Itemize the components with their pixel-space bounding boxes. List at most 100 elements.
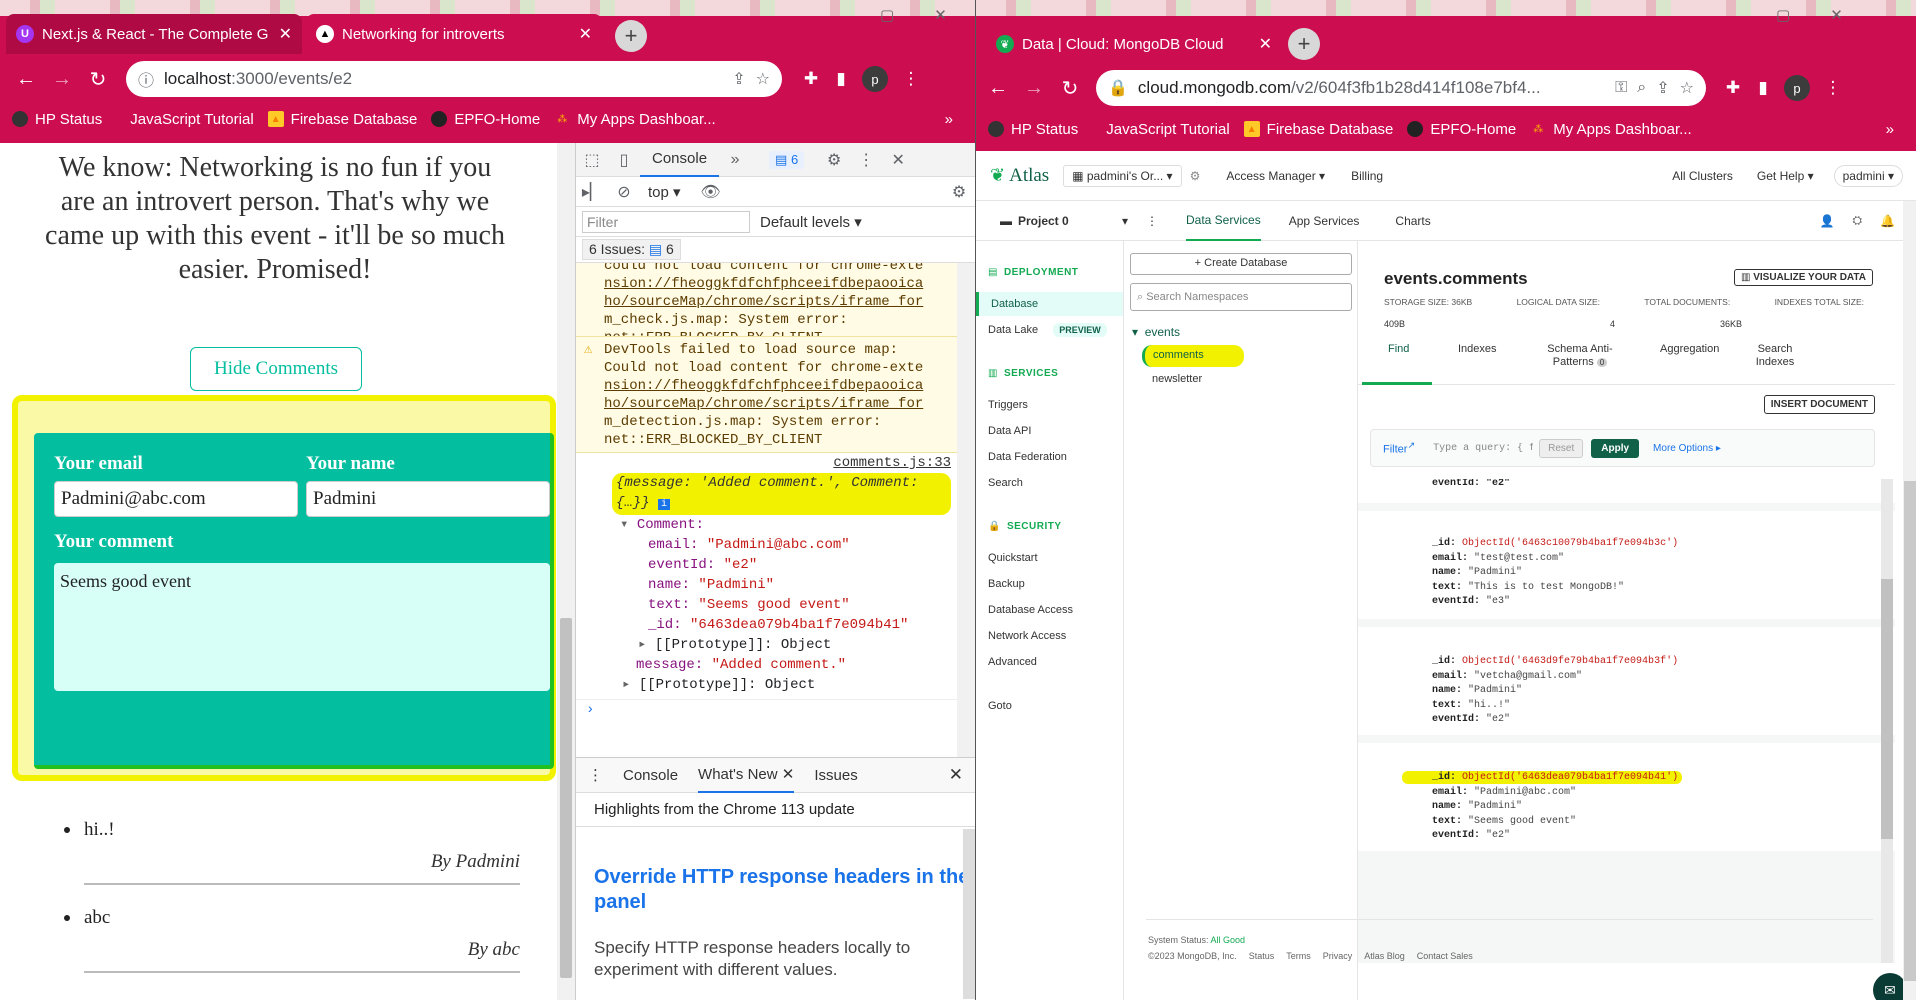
name-field[interactable]: Padmini bbox=[306, 481, 550, 517]
prototype-row[interactable]: ▸ [[Prototype]]: Object bbox=[576, 635, 957, 655]
key-icon[interactable]: ⚿ bbox=[1615, 79, 1627, 97]
forward-icon[interactable]: → bbox=[1016, 77, 1052, 100]
console-scrollbar[interactable] bbox=[957, 263, 975, 757]
close-window-icon[interactable]: ✕ bbox=[934, 6, 947, 24]
database-item-events[interactable]: ▾ events bbox=[1132, 325, 1180, 339]
project-selector[interactable]: Project 0 ▾ bbox=[1018, 214, 1128, 228]
document-card[interactable]: _id: ObjectId('6463d9fe79b4ba1f7e094b3f'… bbox=[1358, 627, 1895, 735]
hide-comments-button[interactable]: Hide Comments bbox=[190, 347, 362, 391]
project-menu-icon[interactable]: ⋮ bbox=[1146, 214, 1158, 228]
comment-textarea[interactable]: Seems good event bbox=[54, 563, 550, 691]
drawer-tab-whats-new[interactable]: What's New ✕ bbox=[698, 757, 795, 793]
extensions-icon[interactable]: ✚ bbox=[796, 69, 826, 89]
more-bookmarks-icon[interactable]: » bbox=[1886, 121, 1894, 138]
invite-user-icon[interactable]: 👤 bbox=[1819, 214, 1834, 228]
page-scrollbar[interactable] bbox=[557, 143, 575, 1000]
sidebar-item-quickstart[interactable]: Quickstart bbox=[976, 546, 1123, 570]
sidebar-item-triggers[interactable]: Triggers bbox=[976, 393, 1123, 417]
tab-console[interactable]: Console bbox=[640, 143, 720, 177]
context-selector[interactable]: top ▾ bbox=[648, 183, 681, 201]
bookmark-epfo-home[interactable]: EPFO-Home bbox=[1407, 121, 1516, 138]
org-selector[interactable]: ▦ padmini's Or... ▾ bbox=[1063, 164, 1182, 187]
visualize-data-button[interactable]: ▥ VISUALIZE YOUR DATA bbox=[1733, 269, 1873, 286]
activity-feed-icon[interactable]: ⛭ bbox=[1852, 213, 1862, 228]
inspect-icon[interactable]: ⬚ bbox=[576, 150, 608, 170]
get-help-link[interactable]: Get Help ▾ bbox=[1757, 169, 1814, 183]
drawer-scrollbar[interactable] bbox=[963, 829, 975, 999]
billing-link[interactable]: Billing bbox=[1351, 169, 1383, 183]
close-tab-icon[interactable]: ✕ bbox=[579, 24, 592, 44]
profile-avatar[interactable]: p bbox=[862, 66, 888, 92]
apply-button[interactable]: Apply bbox=[1591, 438, 1640, 458]
maximize-icon[interactable]: ▢ bbox=[880, 6, 894, 24]
sidebar-item-data-lake[interactable]: Data Lake PREVIEW bbox=[976, 318, 1123, 342]
search-namespaces-input[interactable]: ⌕ Search Namespaces bbox=[1130, 283, 1352, 311]
menu-icon[interactable]: ⋮ bbox=[896, 69, 926, 89]
side-panel-icon[interactable]: ▮ bbox=[826, 69, 856, 89]
bookmark-javascript-tutorial[interactable]: JavaScript Tutorial bbox=[116, 111, 253, 128]
forward-icon[interactable]: → bbox=[44, 68, 80, 91]
bookmark-star-icon[interactable]: ☆ bbox=[756, 69, 770, 89]
scrollbar-thumb[interactable] bbox=[1904, 481, 1916, 981]
more-options-icon[interactable]: ⋮ bbox=[850, 150, 882, 170]
bookmark-firebase-database[interactable]: ▲ Firebase Database bbox=[1243, 121, 1393, 138]
user-menu[interactable]: padmini ▾ bbox=[1833, 164, 1903, 187]
levels-dropdown[interactable]: Default levels ▾ bbox=[760, 213, 862, 231]
atlas-logo[interactable]: Atlas bbox=[1009, 165, 1049, 187]
tab-data-services[interactable]: Data Services bbox=[1186, 201, 1261, 241]
close-drawer-icon[interactable]: ✕ bbox=[949, 765, 963, 785]
filter-link[interactable]: Filter↗ bbox=[1383, 440, 1415, 456]
new-tab-button[interactable]: + bbox=[1288, 28, 1320, 60]
tab-nextjs-course[interactable]: U Next.js & React - The Complete G ✕ bbox=[6, 14, 302, 54]
clear-console-icon[interactable]: ⊘ bbox=[608, 182, 640, 202]
collection-item-newsletter[interactable]: newsletter bbox=[1152, 373, 1202, 385]
drawer-tab-issues[interactable]: Issues bbox=[814, 767, 857, 784]
share-icon[interactable]: ⇪ bbox=[1656, 78, 1669, 98]
chat-support-icon[interactable]: ✉ bbox=[1873, 973, 1907, 1000]
sidebar-item-data-federation[interactable]: Data Federation bbox=[976, 445, 1123, 469]
all-clusters-link[interactable]: All Clusters bbox=[1672, 169, 1733, 183]
console-settings-icon[interactable]: ⚙ bbox=[943, 182, 975, 202]
issues-link[interactable]: 6 Issues: ▤ 6 bbox=[582, 239, 681, 260]
bookmark-hp-status[interactable]: HP Status bbox=[988, 121, 1078, 138]
zoom-icon[interactable]: ⌕ bbox=[1637, 79, 1646, 97]
sidebar-item-database-access[interactable]: Database Access bbox=[976, 598, 1123, 622]
insert-document-button[interactable]: INSERT DOCUMENT bbox=[1763, 395, 1875, 414]
drawer-tab-console[interactable]: Console bbox=[623, 767, 678, 784]
sidebar-toggle-icon[interactable]: ▸▏ bbox=[576, 182, 608, 202]
log-summary[interactable]: {message: 'Added comment.', Comment: {…}… bbox=[612, 473, 951, 515]
lock-icon[interactable]: 🔒 bbox=[1108, 78, 1128, 98]
sidebar-item-goto[interactable]: Goto bbox=[976, 694, 1123, 718]
close-window-icon[interactable]: ✕ bbox=[1830, 6, 1843, 24]
settings-gear-icon[interactable]: ⚙ bbox=[818, 150, 850, 170]
email-field[interactable]: Padmini@abc.com bbox=[54, 481, 298, 517]
reload-icon[interactable]: ↻ bbox=[1052, 76, 1088, 101]
document-card[interactable]: _id: ObjectId('6463dea079b4ba1f7e094b41'… bbox=[1358, 743, 1895, 851]
org-settings-gear-icon[interactable]: ⚙ bbox=[1190, 169, 1201, 183]
access-manager-link[interactable]: Access Manager ▾ bbox=[1226, 169, 1325, 183]
more-options-link[interactable]: More Options ▸ bbox=[1653, 443, 1721, 454]
sidebar-item-advanced[interactable]: Advanced bbox=[976, 650, 1123, 674]
sidebar-item-data-api[interactable]: Data API bbox=[976, 419, 1123, 443]
comment-object-row[interactable]: ▾ Comment: bbox=[576, 515, 957, 535]
close-devtools-icon[interactable]: ✕ bbox=[882, 150, 914, 170]
tab-schema-anti-patterns[interactable]: Schema Anti-Patterns 0 bbox=[1540, 343, 1620, 369]
bookmark-star-icon[interactable]: ☆ bbox=[1680, 78, 1694, 98]
tab-aggregation[interactable]: Aggregation bbox=[1660, 343, 1719, 355]
tab-app-services[interactable]: App Services bbox=[1289, 214, 1360, 228]
close-icon[interactable]: ✕ bbox=[782, 766, 795, 783]
live-expression-eye-icon[interactable]: 👁 bbox=[695, 182, 727, 202]
new-tab-button[interactable]: + bbox=[615, 20, 647, 52]
tab-search-indexes[interactable]: Search Indexes bbox=[1750, 343, 1800, 369]
collection-item-comments[interactable]: comments bbox=[1142, 345, 1244, 367]
menu-icon[interactable]: ⋮ bbox=[1818, 78, 1848, 98]
tab-mongodb-cloud[interactable]: ❦ Data | Cloud: MongoDB Cloud ✕ bbox=[986, 24, 1282, 64]
query-input[interactable]: Type a query: { field bbox=[1433, 443, 1533, 454]
close-tab-icon[interactable]: ✕ bbox=[1259, 34, 1272, 54]
address-bar[interactable]: 🔒 cloud.mongodb.com/v2/604f3fb1b28d414f1… bbox=[1096, 70, 1706, 106]
issues-badge[interactable]: ▤ 6 bbox=[769, 150, 805, 169]
bookmark-hp-status[interactable]: HP Status bbox=[12, 111, 102, 128]
close-tab-icon[interactable]: ✕ bbox=[279, 24, 292, 44]
more-tabs-icon[interactable]: » bbox=[719, 151, 751, 169]
reload-icon[interactable]: ↻ bbox=[80, 67, 116, 92]
